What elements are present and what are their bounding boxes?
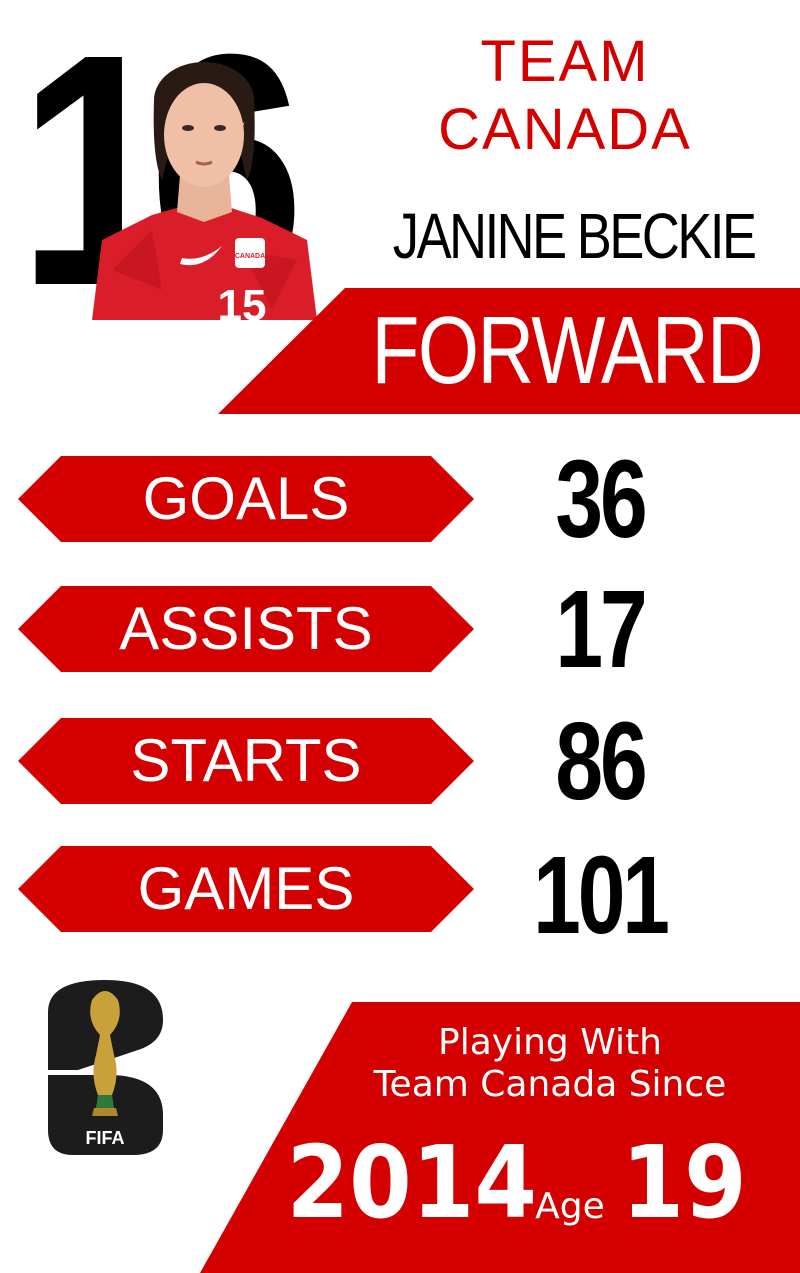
stat-label-assists: ASSISTS bbox=[119, 595, 373, 662]
stat-value-games: 101 bbox=[533, 834, 670, 957]
age-label: Age bbox=[535, 1186, 605, 1227]
fifa-world-cup-2026-logo-icon: FIFA bbox=[48, 980, 163, 1155]
age-value: 19 bbox=[621, 1124, 747, 1241]
since-year: 2014 bbox=[286, 1124, 537, 1241]
stat-value-goals: 36 bbox=[555, 438, 647, 561]
team-name: TEAM CANADA bbox=[438, 29, 692, 162]
player-photo: CANADA 15 bbox=[92, 62, 317, 320]
crest-text: CANADA bbox=[235, 253, 265, 260]
stat-label-starts: STARTS bbox=[130, 727, 362, 794]
stat-value-assists: 17 bbox=[555, 568, 647, 691]
position-label: FORWARD bbox=[371, 297, 763, 404]
fifa-logo-text: FIFA bbox=[86, 1128, 125, 1148]
since-label-line2: Team Canada Since bbox=[373, 1064, 727, 1105]
since-label-line1: Playing With bbox=[438, 1022, 662, 1063]
since-label: Playing With Team Canada Since bbox=[345, 1022, 755, 1106]
stat-label-games: GAMES bbox=[137, 855, 355, 922]
stat-label-goals: GOALS bbox=[142, 465, 350, 532]
player-name: JANINE BECKIE bbox=[392, 200, 757, 272]
stat-value-starts: 86 bbox=[555, 700, 647, 823]
